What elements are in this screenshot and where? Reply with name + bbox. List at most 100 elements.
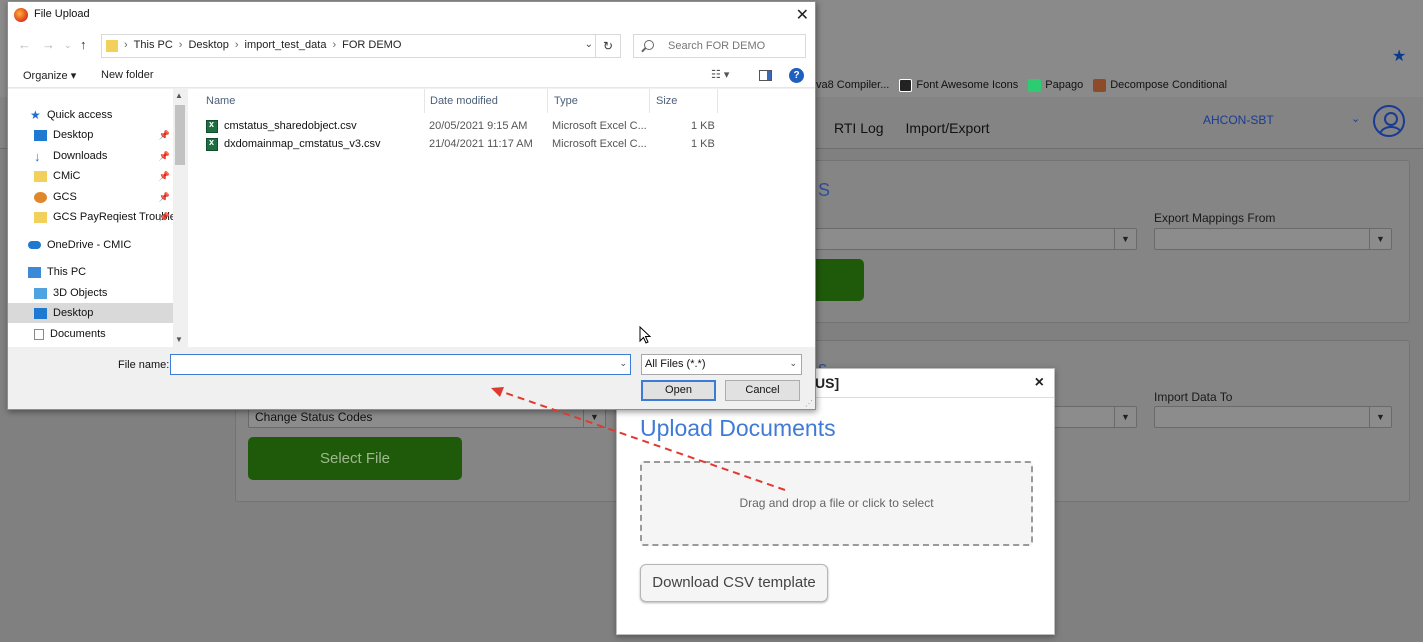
address-row: ← → ⌄ ↑ › This PC › Desktop › import_tes… [8,28,815,64]
bookmark-item[interactable]: Papago [1028,78,1084,92]
breadcrumb-item[interactable]: import_test_data [245,39,327,51]
breadcrumb-item[interactable]: This PC [134,39,173,51]
nav-import-export[interactable]: Import/Export [906,120,990,136]
breadcrumb-item[interactable]: Desktop [188,39,228,51]
file-row[interactable]: dxdomainmap_cmstatus_v3.csv 21/04/2021 1… [188,136,728,154]
nav-item-cmic[interactable]: CMiC 📌 [8,166,173,186]
nav-item-label: CMiC [53,170,81,182]
nav-item-this-pc[interactable]: This PC [8,262,173,282]
refresh-icon[interactable]: ↻ [595,34,621,58]
nav-item-label: 3D Objects [53,287,108,299]
column-header-size[interactable]: Size [650,89,718,113]
bookmark-label: Font Awesome Icons [916,79,1019,91]
file-date: 20/05/2021 9:15 AM [429,120,528,132]
nav-item-label: Desktop [53,129,94,141]
up-arrow-icon[interactable]: ↑ [80,37,87,52]
scrollbar-thumb[interactable] [175,105,185,165]
file-dropzone[interactable]: Drag and drop a file or click to select [640,461,1033,546]
org-selector[interactable]: AHCON-SBT [1203,113,1274,127]
forward-arrow-icon[interactable]: → [42,37,55,52]
bookmark-item[interactable]: Font Awesome Icons [899,78,1019,92]
excel-file-icon [206,119,218,133]
bookmark-item[interactable]: Decompose Conditional [1093,78,1227,92]
computer-icon [28,266,41,278]
papago-icon [1028,78,1042,92]
import-to-select[interactable]: ▼ [1154,406,1392,428]
resize-grip-icon[interactable]: ⋰ [805,399,813,408]
download-csv-template-button[interactable]: Download CSV template [640,564,828,602]
chevron-down-icon[interactable]: ⌄ [619,358,627,369]
breadcrumb-separator: › [234,39,239,51]
search-placeholder: Search FOR DEMO [668,40,766,52]
file-upload-dialog: File Upload ✕ ← → ⌄ ↑ › This PC › Deskto… [7,1,816,410]
organize-menu[interactable]: Organize ▾ [23,69,76,82]
nav-rti-log[interactable]: RTI Log [834,120,884,136]
file-name-input[interactable]: ⌄ [170,354,631,375]
view-options-icon[interactable]: ☷ ▾ [711,68,729,81]
chevron-down-icon: ⌄ [789,358,797,368]
file-type: Microsoft Excel C... [552,138,647,150]
file-type-select[interactable]: All Files (*.*) ⌄ [641,354,802,375]
bookmark-star-icon[interactable]: ★ [1392,46,1406,66]
excel-file-icon [206,137,218,151]
open-button[interactable]: Open [641,380,716,401]
nav-item-desktop-selected[interactable]: Desktop [8,303,173,323]
chevron-down-icon[interactable]: ⌄ [585,39,593,50]
preview-pane-icon[interactable] [759,70,772,81]
navpane-scrollbar[interactable]: ▲ ▼ [173,89,187,347]
nav-item-downloads[interactable]: ↓ Downloads 📌 [8,146,173,166]
file-type-value: All Files (*.*) [645,358,706,370]
column-header-type[interactable]: Type [548,89,650,113]
scroll-down-icon[interactable]: ▼ [175,335,183,344]
file-row[interactable]: cmstatus_sharedobject.csv 20/05/2021 9:1… [188,118,728,136]
breadcrumb: › This PC › Desktop › import_test_data ›… [124,39,401,51]
nav-item-quick-access[interactable]: ★ Quick access [8,105,173,125]
column-header-name[interactable]: Name [200,89,425,113]
desktop-icon [34,307,47,319]
bookmark-label: va8 Compiler... [816,79,890,91]
breadcrumb-separator: › [124,39,128,51]
upload-title: Upload Documents [640,415,836,441]
file-name-label: File name: [118,359,170,371]
help-icon[interactable]: ? [789,68,804,83]
cube-icon [34,287,47,299]
chevron-down-icon: ▼ [1369,407,1391,427]
nav-item-onedrive[interactable]: OneDrive - CMIC [8,235,173,255]
column-header-date[interactable]: Date modified [424,89,548,113]
nav-item-label: Downloads [53,150,108,162]
pin-icon: 📌 [158,170,170,181]
bookmark-item[interactable]: va8 Compiler... [816,79,889,92]
nav-item-desktop[interactable]: Desktop 📌 [8,125,173,145]
navigation-pane: ★ Quick access Desktop 📌 ↓ Downloads 📌 CMiC 📌… [8,89,176,347]
chevron-down-icon[interactable]: ⌄ [1351,112,1360,125]
nav-item-label: This PC [47,266,87,278]
document-icon [34,328,44,340]
dialog-footer: File name: ⌄ All Files (*.*) ⌄ Open Canc… [8,347,815,409]
export-from-select[interactable]: ▼ [1154,228,1392,250]
select-file-button[interactable]: Select File [248,437,462,480]
new-folder-button[interactable]: New folder [101,69,154,81]
search-input[interactable]: Search FOR DEMO [633,34,806,58]
nav-item-label: OneDrive - CMIC [47,239,132,251]
cancel-button[interactable]: Cancel [725,380,800,401]
close-icon[interactable]: × [1035,374,1044,392]
scroll-up-icon[interactable]: ▲ [175,91,183,100]
breadcrumb-item[interactable]: FOR DEMO [342,39,401,51]
nav-item-documents[interactable]: Documents [8,324,173,344]
nav-item-3d-objects[interactable]: 3D Objects [8,283,173,303]
dialog-title: File Upload [34,8,90,20]
user-avatar-icon[interactable] [1373,105,1405,137]
back-arrow-icon[interactable]: ← [18,37,31,52]
bookmark-label: Papago [1045,79,1084,91]
dialog-titlebar[interactable]: File Upload ✕ [8,2,815,28]
nav-item-gcs-payreqiest[interactable]: GCS PayReqiest Trouble 📌 [8,207,176,227]
recent-chevron-icon[interactable]: ⌄ [64,40,72,51]
firefox-icon [14,8,28,22]
address-bar[interactable]: › This PC › Desktop › import_test_data ›… [101,34,600,58]
bookmarks-bar: va8 Compiler... Font Awesome Icons Papag… [816,74,1227,96]
folder-icon [106,40,118,52]
close-icon[interactable]: ✕ [796,5,809,25]
chevron-down-icon: ▼ [1114,229,1136,249]
nav-item-gcs[interactable]: GCS 📌 [8,187,173,207]
pin-icon: 📌 [158,129,170,140]
